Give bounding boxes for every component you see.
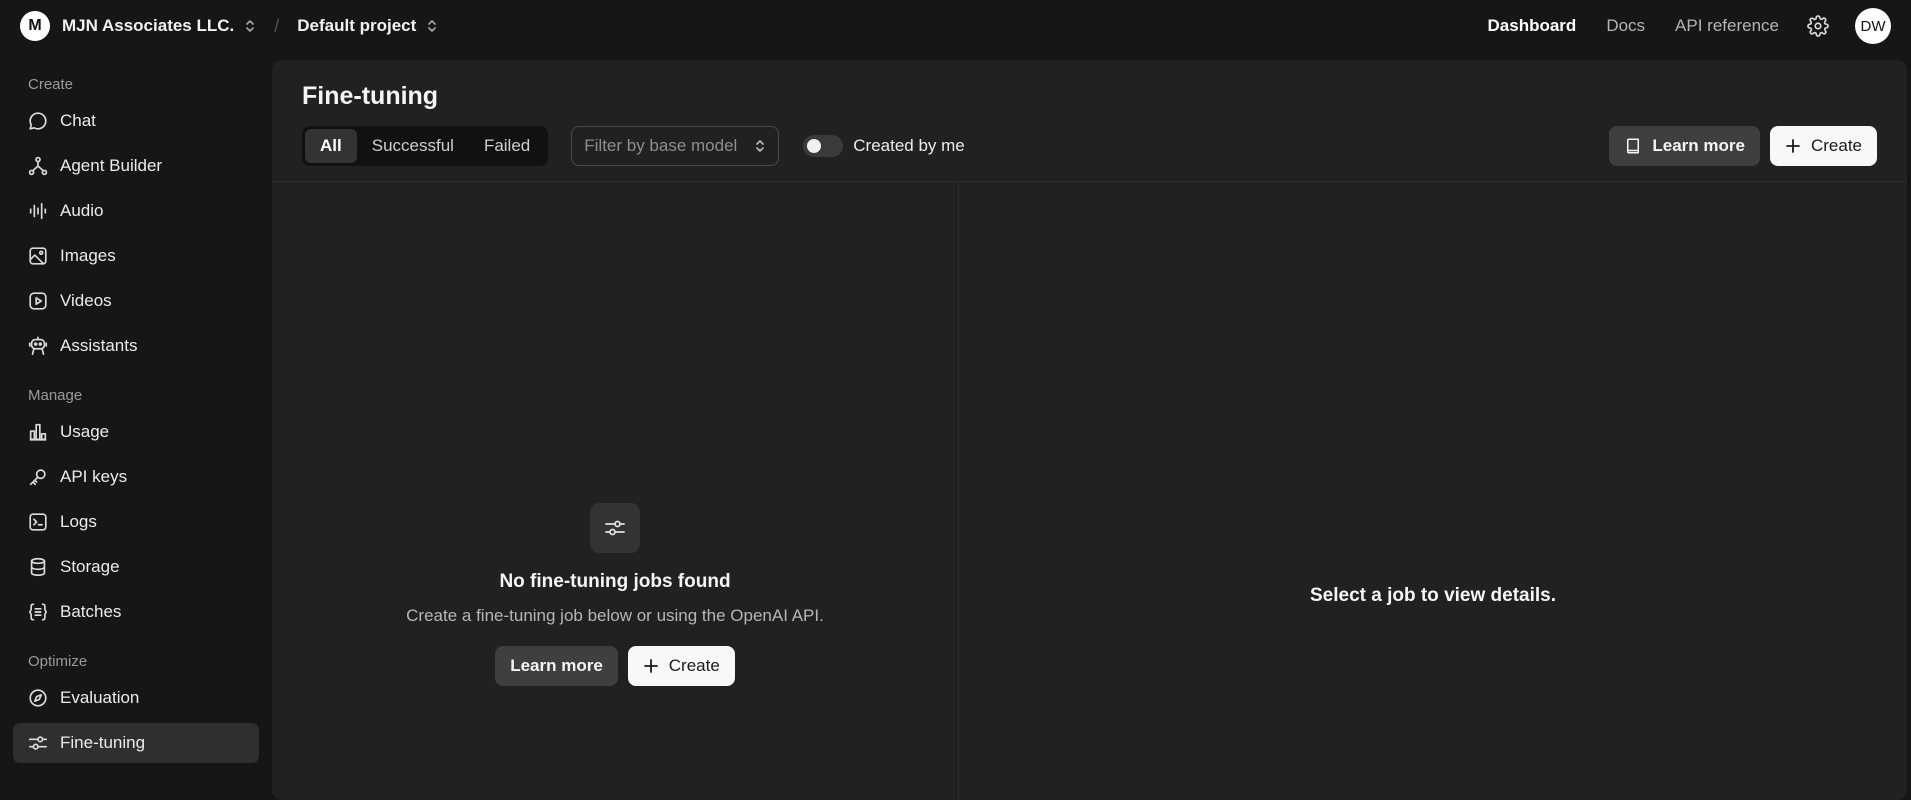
empty-create-label: Create [668,656,720,675]
compass-icon [27,687,49,709]
sidebar-item-evaluation[interactable]: Evaluation [13,678,259,718]
user-avatar[interactable]: DW [1855,8,1891,44]
page-title: Fine-tuning [302,82,439,110]
terminal-icon [27,511,49,533]
chevron-up-down-icon [426,18,438,34]
sidebar-item-videos[interactable]: Videos [13,281,259,321]
image-icon [27,245,49,267]
base-model-filter-placeholder: Filter by base model [584,136,738,155]
chevron-up-down-icon [754,138,766,154]
sidebar-item-label: Evaluation [60,688,140,707]
sidebar-item-label: Chat [60,111,96,130]
empty-state-actions: Learn more Create [272,646,958,686]
sidebar-item-agent-builder[interactable]: Agent Builder [13,146,259,186]
top-bar: M MJN Associates LLC. / Default project … [0,0,1911,52]
empty-state-description: Create a fine-tuning job below or using … [406,606,824,625]
created-by-me-label: Created by me [853,136,965,155]
chevron-up-down-icon [244,18,256,34]
sidebar-item-label: Storage [60,557,120,576]
sidebar-item-label: Agent Builder [60,156,163,175]
book-icon [1624,137,1642,155]
learn-more-button[interactable]: Learn more [1609,126,1760,166]
sidebar-item-audio[interactable]: Audio [13,191,259,231]
org-switcher[interactable]: MJN Associates LLC. [62,16,256,36]
nav-link-api-reference[interactable]: API reference [1675,16,1779,36]
filter-bar: All Successful Failed Filter by base mod… [302,126,965,166]
sidebar-item-label: Fine-tuning [60,733,146,752]
project-switcher[interactable]: Default project [297,16,438,36]
sidebar: Create Chat Agent Builder Audio Images V… [0,52,272,790]
sliders-icon [27,732,49,754]
divider-vertical [958,181,959,800]
org-avatar[interactable]: M [20,11,50,41]
audio-icon [27,200,49,222]
learn-more-label: Learn more [1652,136,1745,155]
sidebar-item-label: Logs [60,512,97,531]
settings-gear-icon[interactable] [1807,15,1829,37]
sidebar-item-usage[interactable]: Usage [13,412,259,452]
empty-learn-more-button[interactable]: Learn more [495,646,618,686]
plus-icon [643,658,659,674]
sidebar-item-label: Batches [60,602,122,621]
sidebar-item-label: Videos [60,291,112,310]
nav-link-dashboard[interactable]: Dashboard [1488,16,1577,36]
sidebar-item-images[interactable]: Images [13,236,259,276]
sidebar-item-api-keys[interactable]: API keys [13,457,259,497]
sidebar-section-optimize: Optimize [28,653,88,670]
sidebar-item-logs[interactable]: Logs [13,502,259,542]
chat-icon [27,110,49,132]
sidebar-item-storage[interactable]: Storage [13,547,259,587]
created-by-me-toggle[interactable] [803,135,844,157]
sidebar-item-chat[interactable]: Chat [13,101,259,141]
empty-state: No fine-tuning jobs found Create a fine-… [272,503,958,686]
project-name: Default project [297,16,417,35]
base-model-filter[interactable]: Filter by base model [571,126,780,166]
divider-horizontal [272,181,1907,182]
empty-state-title: No fine-tuning jobs found [499,571,731,592]
status-tabs: All Successful Failed [302,126,549,166]
robot-icon [27,335,49,357]
bar-chart-icon [27,421,49,443]
sidebar-item-assistants[interactable]: Assistants [13,326,259,366]
tab-failed[interactable]: Failed [469,129,545,163]
org-name: MJN Associates LLC. [62,16,235,35]
sidebar-item-batches[interactable]: Batches [13,592,259,632]
sidebar-item-label: Usage [60,422,110,441]
video-icon [27,290,49,312]
sidebar-item-label: Assistants [60,336,138,355]
sidebar-item-label: API keys [60,467,128,486]
sliders-icon [590,503,640,553]
batches-icon [27,601,49,623]
sidebar-section-manage: Manage [28,387,83,404]
sidebar-item-label: Images [60,246,116,265]
plus-icon [1785,138,1801,154]
sidebar-item-label: Audio [60,201,104,220]
breadcrumb-separator: / [274,15,280,36]
database-icon [27,556,49,578]
create-label: Create [1810,136,1862,155]
main-panel: Fine-tuning All Successful Failed Filter… [272,60,1907,800]
job-details-placeholder: Select a job to view details. [1309,585,1557,606]
tab-all[interactable]: All [305,129,357,163]
sidebar-item-fine-tuning[interactable]: Fine-tuning [13,723,259,763]
nav-link-docs[interactable]: Docs [1606,16,1645,36]
sidebar-section-create: Create [28,76,74,93]
create-button[interactable]: Create [1769,126,1877,166]
toggle-knob [807,139,822,153]
agent-builder-icon [27,155,49,177]
header-actions: Learn more Create [1609,126,1877,166]
key-icon [27,466,49,488]
empty-create-button[interactable]: Create [627,646,735,686]
tab-successful[interactable]: Successful [357,129,469,163]
